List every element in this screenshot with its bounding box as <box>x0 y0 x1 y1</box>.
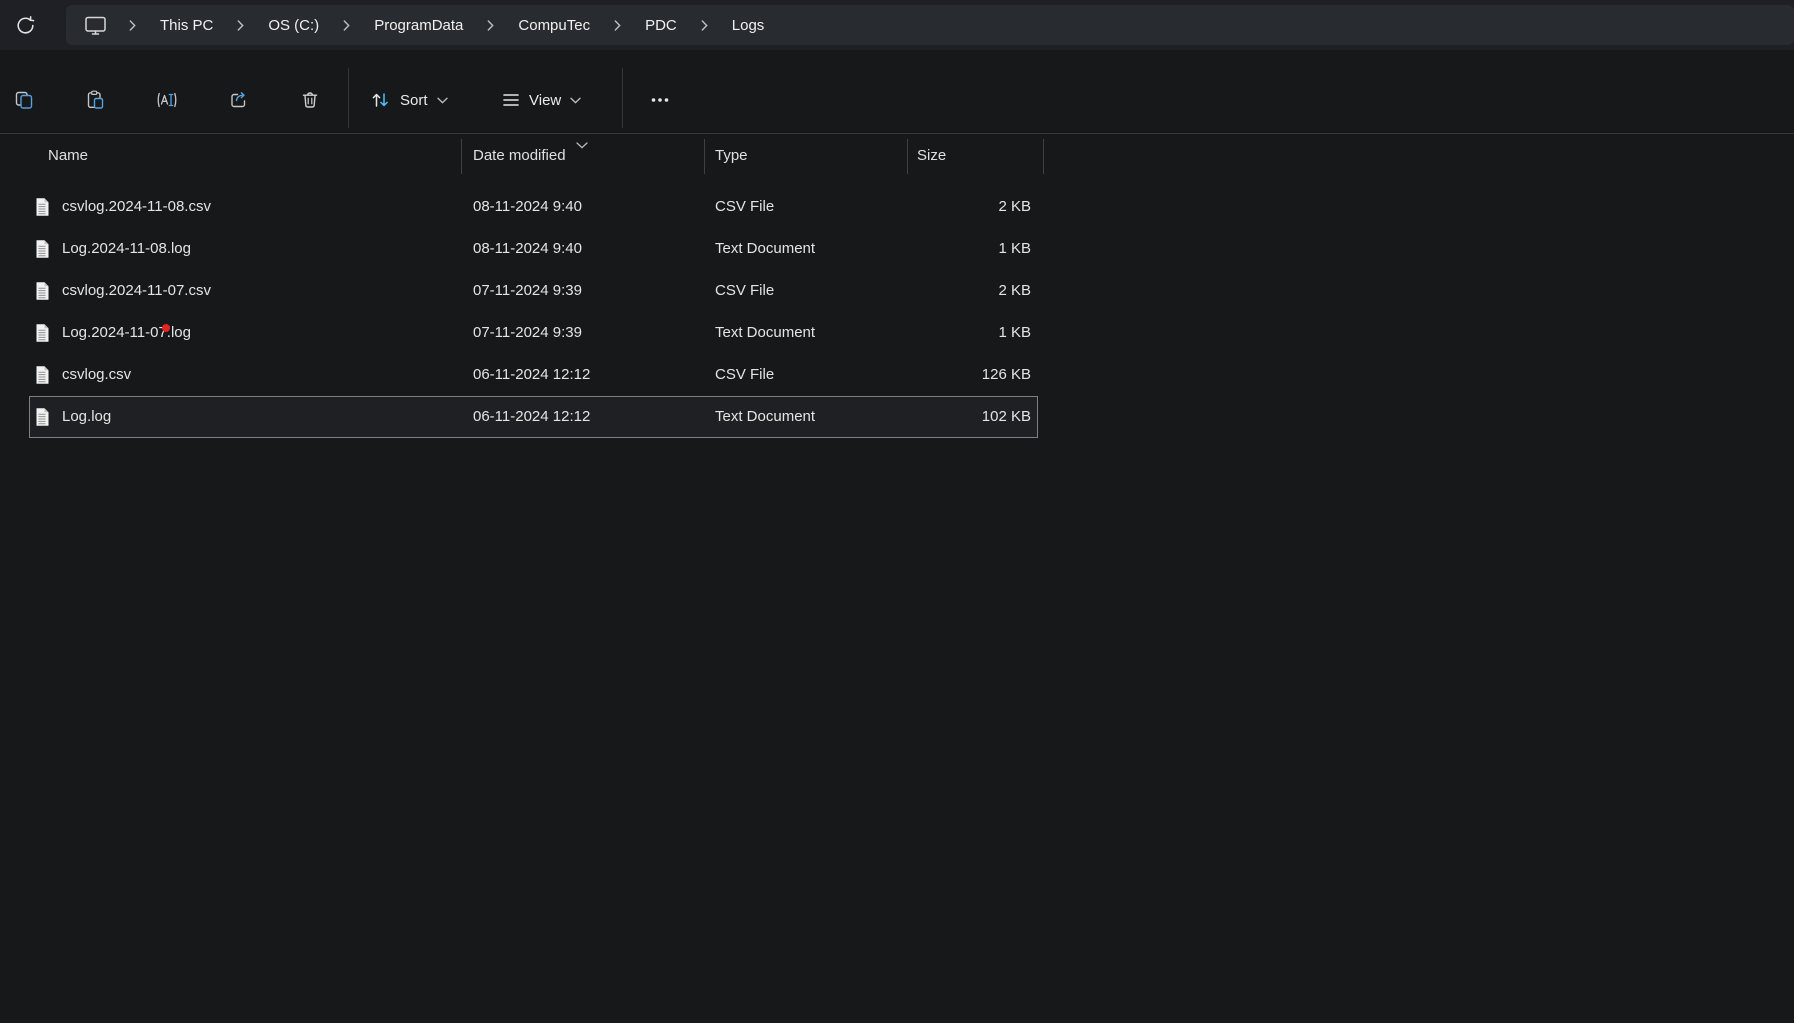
file-date-modified: 08-11-2024 9:40 <box>473 228 582 270</box>
column-separator <box>1043 139 1044 174</box>
file-date-modified: 07-11-2024 9:39 <box>473 270 582 312</box>
sort-direction-icon <box>576 136 588 153</box>
file-type: CSV File <box>715 270 774 312</box>
file-name: Log.log <box>62 396 111 438</box>
view-icon <box>502 92 520 108</box>
rename-button[interactable] <box>149 82 185 118</box>
file-list: csvlog.2024-11-08.csv 08-11-2024 9:40 CS… <box>0 186 1794 438</box>
list-header: Name Date modified Type Size <box>0 134 1794 178</box>
file-size: 102 KB <box>907 396 1031 438</box>
view-button[interactable]: View <box>492 80 591 120</box>
file-row[interactable]: Log.2024-11-08.log 08-11-2024 9:40 Text … <box>0 228 1794 270</box>
file-type: Text Document <box>715 228 815 270</box>
file-date-modified: 08-11-2024 9:40 <box>473 186 582 228</box>
delete-button[interactable] <box>292 82 328 118</box>
address-bar[interactable]: This PC OS (C:) ProgramData CompuTec PDC Logs <box>66 5 1794 45</box>
file-row[interactable]: Log.2024-11-07.log 07-11-2024 9:39 Text … <box>0 312 1794 354</box>
view-button-label: View <box>529 92 561 109</box>
file-type: Text Document <box>715 312 815 354</box>
breadcrumb-chevron-icon <box>687 20 722 31</box>
file-name: csvlog.2024-11-07.csv <box>62 270 211 312</box>
share-icon <box>228 90 248 110</box>
breadcrumb-item-programdata[interactable]: ProgramData <box>364 13 473 38</box>
breadcrumb-item-this-pc[interactable]: This PC <box>150 13 223 38</box>
sort-icon <box>370 91 391 109</box>
chevron-down-icon <box>570 97 581 104</box>
document-icon <box>34 239 50 259</box>
chevron-down-icon <box>437 97 448 104</box>
file-date-modified: 06-11-2024 12:12 <box>473 354 590 396</box>
paste-button[interactable] <box>77 82 113 118</box>
file-date-modified: 07-11-2024 9:39 <box>473 312 582 354</box>
file-row[interactable]: csvlog.2024-11-07.csv 07-11-2024 9:39 CS… <box>0 270 1794 312</box>
file-type: CSV File <box>715 354 774 396</box>
file-date-modified: 06-11-2024 12:12 <box>473 396 590 438</box>
document-icon <box>34 281 50 301</box>
breadcrumb-chevron-icon <box>329 20 364 31</box>
sort-button-label: Sort <box>400 92 428 109</box>
file-name: csvlog.2024-11-08.csv <box>62 186 211 228</box>
breadcrumb-item-pdc[interactable]: PDC <box>635 13 687 38</box>
document-icon <box>34 323 50 343</box>
file-size: 1 KB <box>907 228 1031 270</box>
top-navigation-bar: This PC OS (C:) ProgramData CompuTec PDC Logs <box>0 0 1794 50</box>
breadcrumb-item-os-c-[interactable]: OS (C:) <box>258 13 329 38</box>
breadcrumb-chevron-icon <box>473 20 508 31</box>
breadcrumb-chevron-icon <box>600 20 635 31</box>
column-separator <box>907 139 908 174</box>
column-header-size[interactable]: Size <box>917 134 946 178</box>
ellipsis-icon <box>650 91 670 109</box>
breadcrumb-item-computec[interactable]: CompuTec <box>508 13 600 38</box>
red-dot-marker <box>162 324 170 332</box>
command-toolbar: Sort View <box>0 50 1794 134</box>
breadcrumb-chevron-icon <box>223 20 258 31</box>
file-row[interactable]: csvlog.csv 06-11-2024 12:12 CSV File 126… <box>0 354 1794 396</box>
rename-icon <box>156 90 178 110</box>
file-type: Text Document <box>715 396 815 438</box>
more-options-button[interactable] <box>642 82 678 118</box>
file-size: 2 KB <box>907 186 1031 228</box>
file-size: 1 KB <box>907 312 1031 354</box>
file-row[interactable]: Log.log 06-11-2024 12:12 Text Document 1… <box>0 396 1794 438</box>
file-name: Log.2024-11-08.log <box>62 228 191 270</box>
share-button[interactable] <box>220 82 256 118</box>
file-size: 126 KB <box>907 354 1031 396</box>
document-icon <box>34 197 50 217</box>
file-name: csvlog.csv <box>62 354 131 396</box>
breadcrumb: This PC OS (C:) ProgramData CompuTec PDC Logs <box>115 13 774 38</box>
column-header-name[interactable]: Name <box>48 134 88 178</box>
column-separator <box>704 139 705 174</box>
refresh-button[interactable] <box>8 8 42 42</box>
copy-icon <box>14 90 34 110</box>
paste-icon <box>85 90 105 110</box>
column-header-type[interactable]: Type <box>715 134 748 178</box>
sort-button[interactable]: Sort <box>360 80 458 120</box>
document-icon <box>34 365 50 385</box>
breadcrumb-chevron-icon <box>115 20 150 31</box>
column-header-date-modified[interactable]: Date modified <box>473 134 566 178</box>
file-row[interactable]: csvlog.2024-11-08.csv 08-11-2024 9:40 CS… <box>0 186 1794 228</box>
delete-icon <box>300 90 320 110</box>
copy-button[interactable] <box>6 82 42 118</box>
breadcrumb-item-logs[interactable]: Logs <box>722 13 775 38</box>
document-icon <box>34 407 50 427</box>
file-type: CSV File <box>715 186 774 228</box>
this-pc-icon <box>84 15 107 36</box>
refresh-icon <box>16 16 35 35</box>
toolbar-separator <box>622 68 623 128</box>
file-size: 2 KB <box>907 270 1031 312</box>
file-name: Log.2024-11-07.log <box>62 312 191 354</box>
column-separator <box>461 139 462 174</box>
toolbar-separator <box>348 68 349 128</box>
